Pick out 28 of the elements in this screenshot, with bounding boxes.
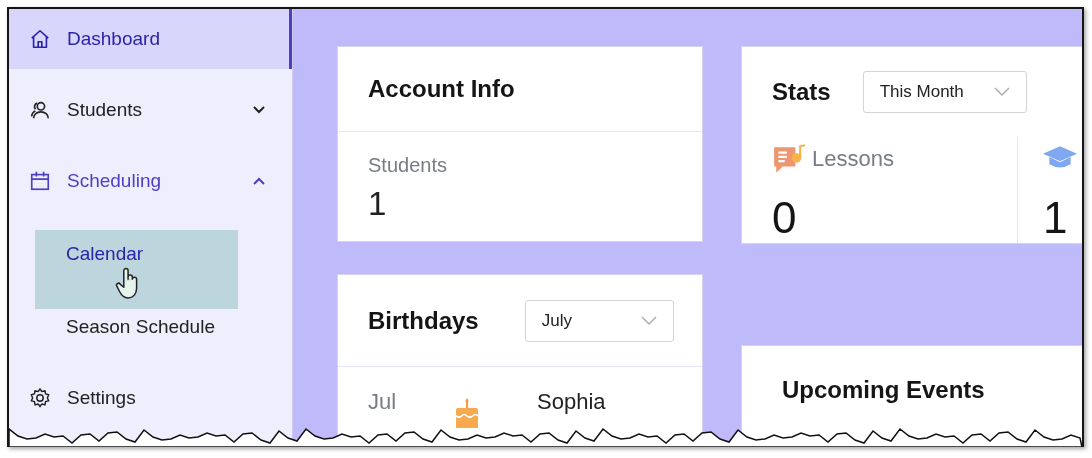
card-title: Account Info <box>368 75 515 103</box>
people-icon <box>29 99 51 121</box>
dropdown[interactable]: July <box>524 299 674 342</box>
birthday-name: Sophia <box>537 389 606 415</box>
card-title: Upcoming Events <box>781 375 986 404</box>
calendar-icon <box>29 170 51 192</box>
sidebar-item[interactable]: Dashboard <box>9 9 292 69</box>
stat-value: 0 <box>772 193 798 243</box>
submenu-item[interactable]: Season Schedule <box>35 309 238 345</box>
birthday-month: Jul <box>368 389 398 415</box>
card-title: Birthdays <box>368 306 479 335</box>
settings-icon <box>29 387 51 409</box>
submenu-item[interactable]: Calendar <box>35 230 238 309</box>
stat-value: 1 <box>1043 193 1069 243</box>
chevron-down-icon <box>993 87 1010 97</box>
chevron-down-icon <box>640 315 657 326</box>
home-icon <box>29 28 51 50</box>
sidebar-item[interactable]: Settings <box>9 368 292 428</box>
card-title: Stats <box>772 78 831 106</box>
sidebar-item[interactable]: Students <box>9 80 292 140</box>
stat-label: Lessons <box>812 146 894 172</box>
dropdown[interactable]: This Month <box>862 71 1027 113</box>
hand-cursor-icon <box>114 267 140 299</box>
music-chat-icon <box>772 142 806 176</box>
cake-icon <box>453 397 481 429</box>
sidebar-item[interactable]: Scheduling <box>9 151 292 211</box>
stat-value: 1 <box>368 185 388 223</box>
stat-label: Students <box>368 154 448 177</box>
